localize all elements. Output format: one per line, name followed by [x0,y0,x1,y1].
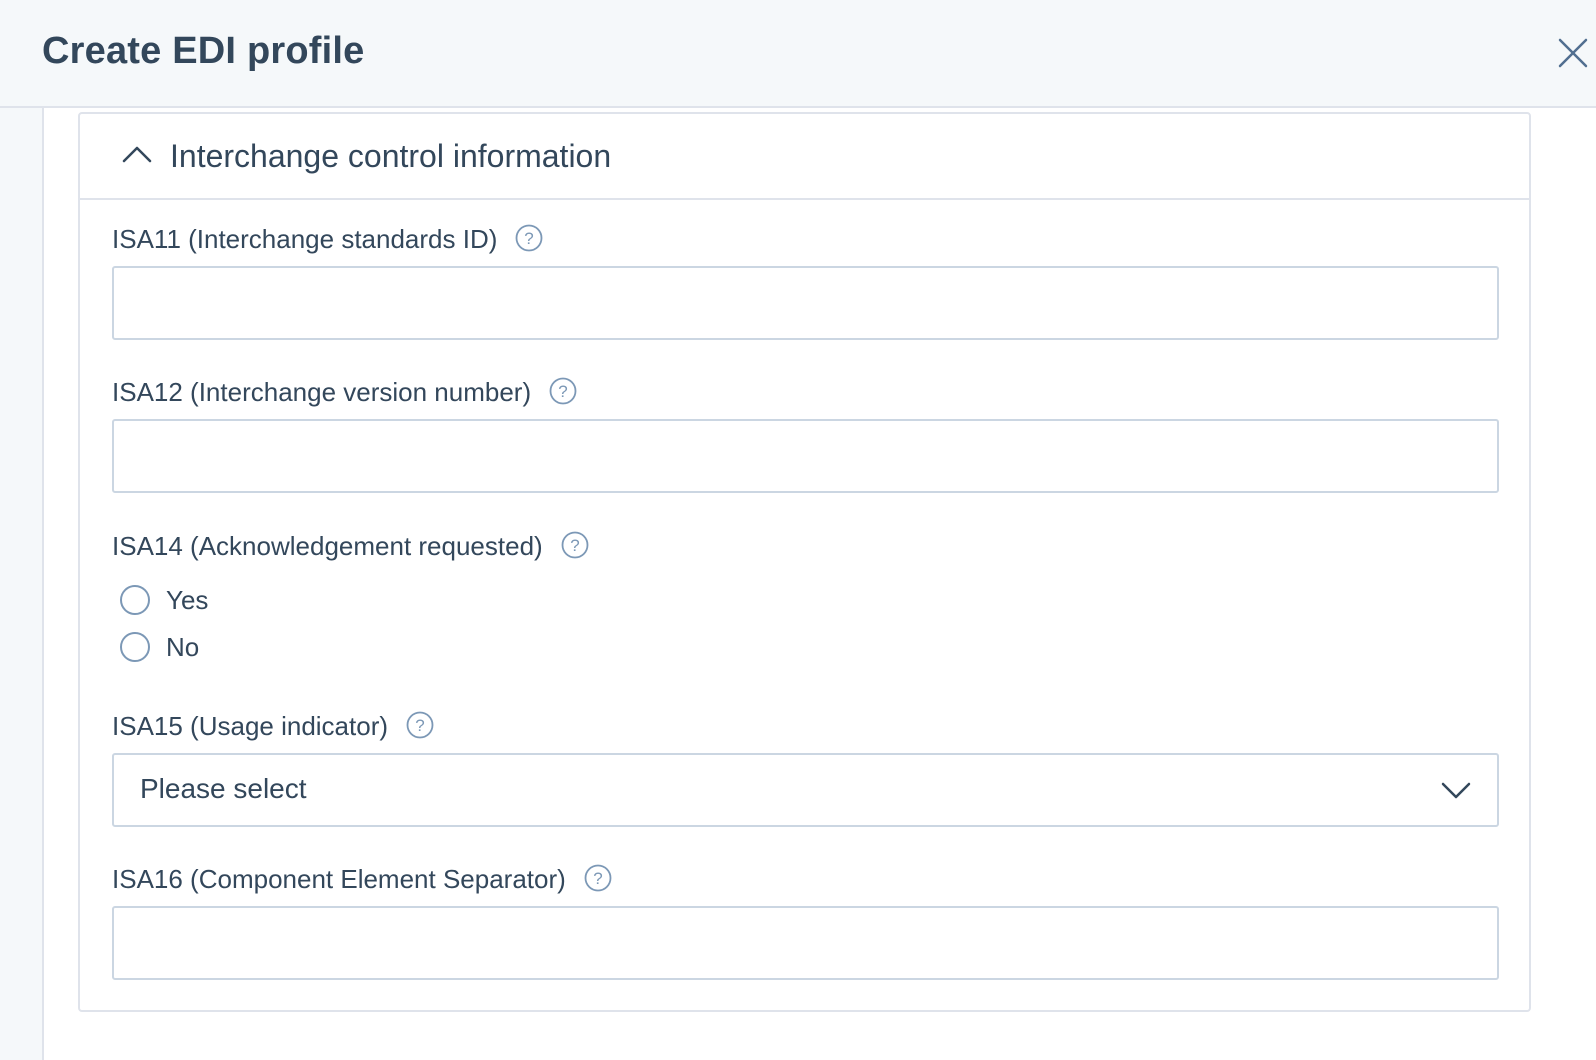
section-toggle[interactable]: Interchange control information [80,114,1529,200]
close-icon[interactable] [1556,36,1590,70]
help-icon[interactable]: ? [561,531,589,559]
isa11-input[interactable] [112,266,1499,340]
chevron-down-icon [1441,782,1471,799]
isa12-label: ISA12 (Interchange version number) ? [112,377,577,408]
isa16-label: ISA16 (Component Element Separator) ? [112,864,612,895]
svg-text:?: ? [558,382,567,401]
isa15-select[interactable]: Please select [112,753,1499,827]
interchange-control-section: Interchange control information ISA11 (I… [78,112,1531,1012]
isa11-label-text: ISA11 (Interchange standards ID) [112,224,498,254]
help-icon[interactable]: ? [584,864,612,892]
create-edi-profile-dialog: Create EDI profile Interchange control i… [0,0,1596,1060]
radio-label-no: No [166,631,200,662]
isa14-label: ISA14 (Acknowledgement requested) ? [112,531,589,562]
svg-text:?: ? [525,229,534,248]
isa11-label: ISA11 (Interchange standards ID) ? [112,224,543,255]
help-icon[interactable]: ? [549,377,577,405]
svg-text:?: ? [593,869,602,888]
isa14-label-text: ISA14 (Acknowledgement requested) [112,531,543,561]
section-title: Interchange control information [170,138,612,174]
isa15-label: ISA15 (Usage indicator) ? [112,711,434,742]
radio-button-no[interactable] [120,632,150,662]
svg-text:?: ? [415,716,424,735]
radio-option-no[interactable]: No [120,629,199,665]
chevron-up-icon [122,146,152,163]
dialog-header: Create EDI profile [0,0,1596,108]
select-value: Please select [140,773,307,804]
help-icon[interactable]: ? [515,224,543,252]
radio-label-yes: Yes [166,584,209,615]
isa12-input[interactable] [112,419,1499,493]
dialog-body: Interchange control information ISA11 (I… [0,108,1596,1060]
radio-option-yes[interactable]: Yes [120,582,208,618]
dialog-title: Create EDI profile [42,30,365,72]
isa16-label-text: ISA16 (Component Element Separator) [112,864,566,894]
isa15-label-text: ISA15 (Usage indicator) [112,711,389,741]
radio-button-yes[interactable] [120,585,150,615]
svg-text:?: ? [570,536,579,555]
isa12-label-text: ISA12 (Interchange version number) [112,377,532,407]
content-panel: Interchange control information ISA11 (I… [42,108,1596,1060]
help-icon[interactable]: ? [406,711,434,739]
isa16-input[interactable] [112,906,1499,980]
